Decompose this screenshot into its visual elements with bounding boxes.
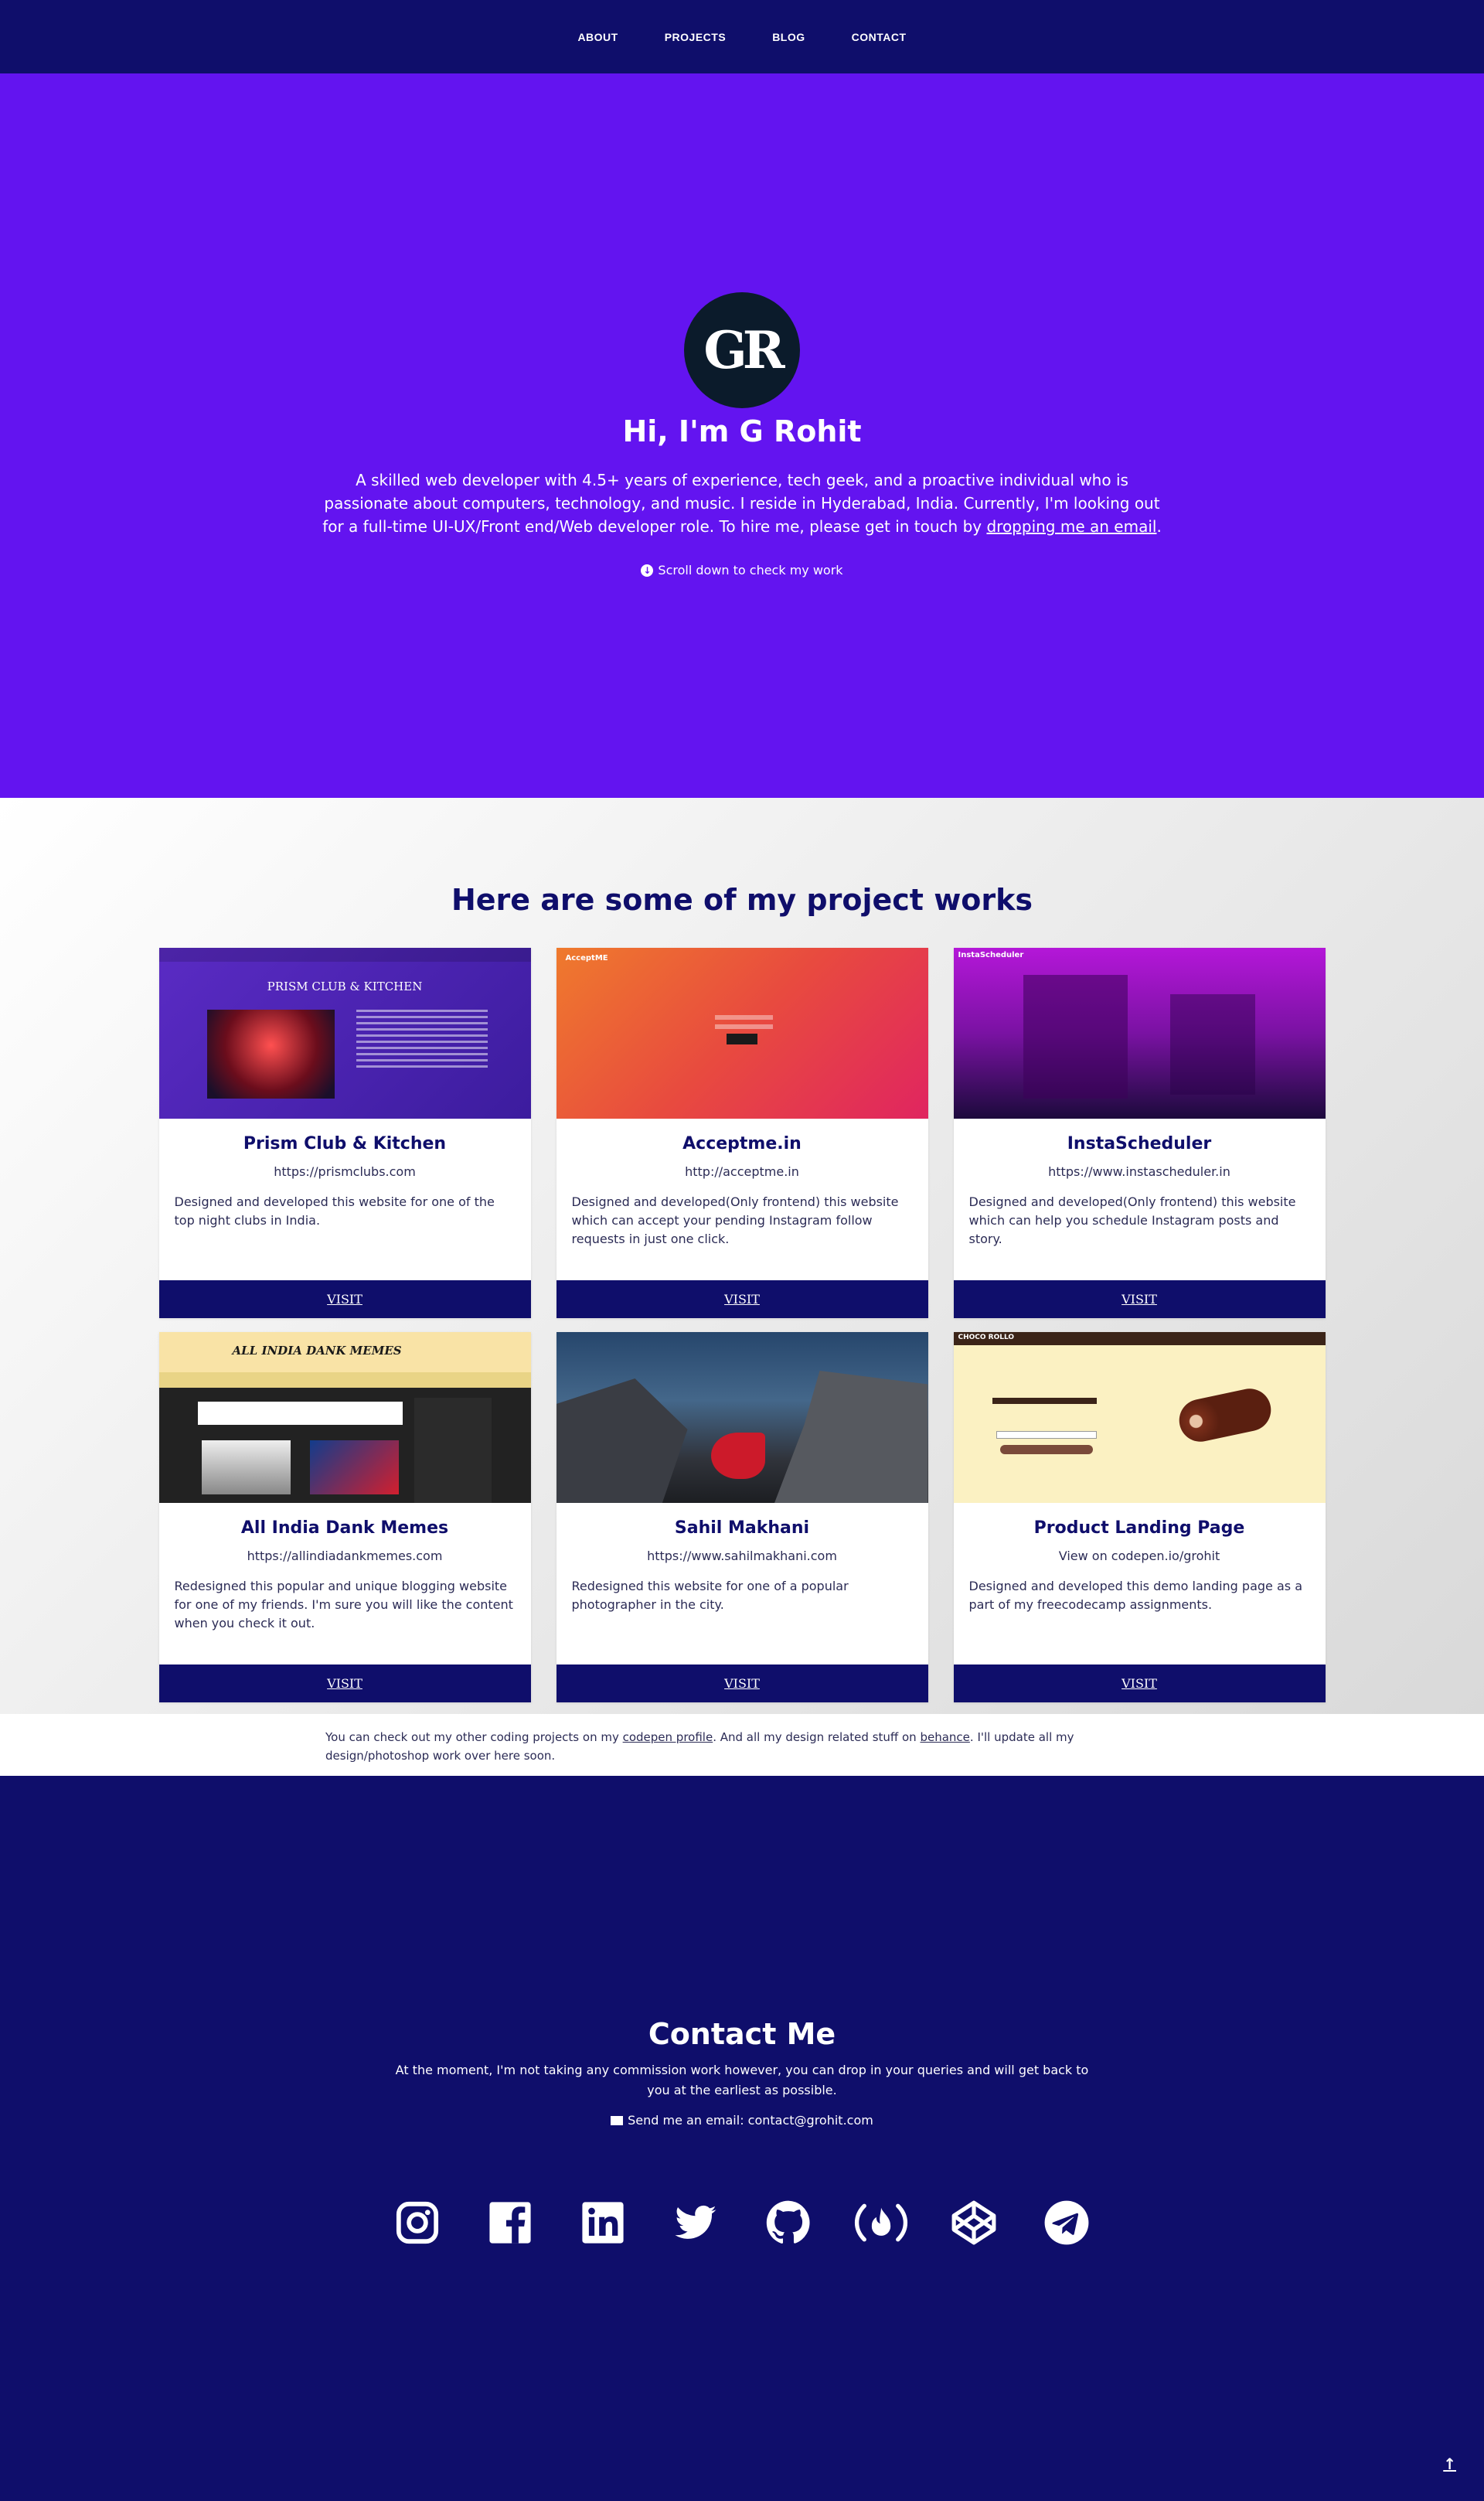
codepen-profile-link[interactable]: codepen profile — [623, 1730, 713, 1744]
project-url: https://prismclubs.com — [274, 1164, 416, 1179]
other-work-note: You can check out my other coding projec… — [0, 1714, 1484, 1776]
scroll-down-link[interactable]: ↓ Scroll down to check my work — [641, 563, 843, 578]
visit-button[interactable]: VISIT — [158, 1280, 531, 1318]
project-title: Acceptme.in — [682, 1134, 802, 1153]
email-text: Send me an email: contact@grohit.com — [628, 2113, 873, 2128]
projects-heading: Here are some of my project works — [451, 883, 1033, 917]
hero-bio: A skilled web developer with 4.5+ years … — [313, 469, 1171, 538]
envelope-icon — [611, 2115, 624, 2125]
project-thumbnail: PRISM CLUB & KITCHEN — [158, 948, 531, 1119]
project-grid: PRISM CLUB & KITCHEN Prism Club & Kitche… — [158, 948, 1326, 1702]
arrow-down-circle-icon: ↓ — [641, 564, 654, 577]
visit-button[interactable]: VISIT — [953, 1664, 1326, 1702]
project-thumbnail: CHOCO ROLLO — [953, 1332, 1326, 1503]
thumbnail-title: ALL INDIA DANK MEMES — [232, 1344, 402, 1358]
visit-button[interactable]: VISIT — [158, 1664, 531, 1702]
logo-text: GR — [703, 320, 785, 380]
project-card: ALL INDIA DANK MEMES All India Dank Meme… — [158, 1332, 531, 1702]
project-title: Product Landing Page — [1033, 1518, 1245, 1538]
project-card: PRISM CLUB & KITCHEN Prism Club & Kitche… — [158, 948, 531, 1318]
contact-sub: At the moment, I'm not taking any commis… — [395, 2063, 1089, 2097]
hero-heading: Hi, I'm G Rohit — [622, 414, 862, 448]
project-thumbnail: ALL INDIA DANK MEMES — [158, 1332, 531, 1503]
project-title: Prism Club & Kitchen — [243, 1134, 447, 1153]
github-icon[interactable] — [742, 2196, 835, 2250]
note-text: You can check out my other coding projec… — [325, 1728, 1160, 1765]
nav-about[interactable]: ABOUT — [554, 31, 641, 43]
project-desc: Redesigned this popular and unique blogg… — [174, 1579, 513, 1630]
project-card: Sahil Makhani https://www.sahilmakhani.c… — [556, 1332, 928, 1702]
project-card: InstaScheduler InstaScheduler https://ww… — [953, 948, 1326, 1318]
project-url: https://www.instascheduler.in — [1048, 1164, 1230, 1179]
project-thumbnail: InstaScheduler — [953, 948, 1326, 1119]
scroll-text: Scroll down to check my work — [658, 563, 843, 578]
project-card: AcceptME Acceptme.in http://acceptme.in … — [556, 948, 928, 1318]
project-url: http://acceptme.in — [685, 1164, 799, 1179]
project-url: https://allindiadankmemes.com — [247, 1549, 443, 1563]
thumbnail-title: AcceptME — [565, 954, 608, 963]
scroll-to-top-button[interactable]: ↑ — [1443, 2455, 1456, 2473]
projects-section: Here are some of my project works PRISM … — [0, 798, 1484, 1714]
project-title: InstaScheduler — [1067, 1134, 1212, 1153]
behance-link[interactable]: behance — [920, 1730, 969, 1744]
codepen-icon[interactable] — [928, 2196, 1020, 2250]
nav-projects[interactable]: PROJECTS — [642, 31, 749, 43]
top-nav: ABOUT PROJECTS BLOG CONTACT — [0, 0, 1484, 73]
project-title: All India Dank Memes — [240, 1518, 449, 1538]
visit-button[interactable]: VISIT — [556, 1280, 928, 1318]
project-desc: Designed and developed(Only frontend) th… — [571, 1194, 899, 1246]
project-url: View on codepen.io/grohit — [1058, 1549, 1220, 1563]
nav-blog[interactable]: BLOG — [749, 31, 828, 43]
contact-heading: Contact Me — [648, 2017, 836, 2051]
note-text-2: . And all my design related stuff on — [713, 1730, 921, 1744]
contact-section: Contact Me At the moment, I'm not taking… — [0, 1776, 1484, 2501]
instagram-icon[interactable] — [371, 2196, 464, 2250]
freecodecamp-icon[interactable] — [835, 2196, 928, 2250]
thumbnail-title: PRISM CLUB & KITCHEN — [267, 980, 423, 993]
telegram-icon[interactable] — [1020, 2196, 1113, 2250]
facebook-icon[interactable] — [464, 2196, 556, 2250]
social-links — [371, 2196, 1113, 2250]
project-desc: Designed and developed(Only frontend) th… — [968, 1194, 1296, 1246]
linkedin-icon[interactable] — [556, 2196, 649, 2250]
twitter-icon[interactable] — [649, 2196, 742, 2250]
project-desc: Designed and developed this demo landing… — [968, 1579, 1303, 1612]
nav-contact[interactable]: CONTACT — [829, 31, 930, 43]
project-card: CHOCO ROLLO Product Landing Page View on… — [953, 1332, 1326, 1702]
project-thumbnail — [556, 1332, 928, 1503]
visit-button[interactable]: VISIT — [953, 1280, 1326, 1318]
email-link[interactable]: dropping me an email — [986, 517, 1156, 536]
note-text-1: You can check out my other coding projec… — [325, 1730, 623, 1744]
email-contact-link[interactable]: Send me an email: contact@grohit.com — [611, 2113, 873, 2128]
visit-button[interactable]: VISIT — [556, 1664, 928, 1702]
project-desc: Designed and developed this website for … — [174, 1194, 495, 1228]
bio-end: . — [1156, 517, 1162, 536]
project-title: Sahil Makhani — [674, 1518, 810, 1538]
thumbnail-title: InstaScheduler — [958, 951, 1024, 959]
logo: GR — [684, 292, 800, 408]
project-desc: Redesigned this website for one of a pop… — [571, 1579, 849, 1612]
project-url: https://www.sahilmakhani.com — [647, 1549, 837, 1563]
thumbnail-title: CHOCO ROLLO — [958, 1334, 1015, 1341]
hero-section: GR Hi, I'm G Rohit A skilled web develop… — [0, 73, 1484, 798]
project-thumbnail: AcceptME — [556, 948, 928, 1119]
